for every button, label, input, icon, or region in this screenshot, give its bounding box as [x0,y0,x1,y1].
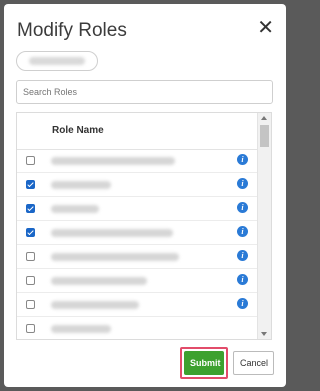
info-icon[interactable]: i [237,202,248,213]
role-checkbox[interactable] [26,324,35,333]
search-roles-input[interactable] [16,80,273,104]
info-icon[interactable]: i [237,178,248,189]
role-checkbox[interactable] [26,204,35,213]
table-header: Role Name [17,113,257,150]
role-checkbox[interactable] [26,156,35,165]
table-row[interactable]: i [17,245,257,269]
table-row[interactable]: i [17,269,257,293]
selected-user-pill [16,51,98,71]
close-icon[interactable]: ✕ [257,18,274,38]
scroll-down-arrow-icon[interactable] [261,332,267,336]
scroll-up-arrow-icon[interactable] [261,116,267,120]
redacted-text [29,57,85,65]
redacted-role-name [51,253,179,261]
table-scrollbar[interactable] [257,113,271,339]
scroll-thumb[interactable] [260,125,269,147]
submit-button[interactable]: Submit [184,351,224,375]
role-checkbox[interactable] [26,252,35,261]
role-checkbox[interactable] [26,228,35,237]
table-row[interactable]: i [17,197,257,221]
info-icon[interactable]: i [237,274,248,285]
redacted-role-name [51,229,173,237]
table-row[interactable]: i [17,293,257,317]
table-row[interactable]: i [17,173,257,197]
role-checkbox[interactable] [26,276,35,285]
roles-table: Role Name i i i i i i i [16,112,272,340]
redacted-role-name [51,205,99,213]
table-row[interactable] [17,317,257,339]
cancel-button[interactable]: Cancel [233,351,274,375]
dialog-title: Modify Roles [17,20,127,41]
role-name-header: Role Name [52,125,104,136]
info-icon[interactable]: i [237,154,248,165]
modify-roles-dialog: Modify Roles ✕ Role Name i i i i [4,4,286,387]
info-icon[interactable]: i [237,226,248,237]
redacted-role-name [51,301,139,309]
redacted-role-name [51,181,111,189]
table-row[interactable]: i [17,149,257,173]
redacted-role-name [51,277,147,285]
role-checkbox[interactable] [26,180,35,189]
redacted-role-name [51,325,111,333]
redacted-role-name [51,157,175,165]
info-icon[interactable]: i [237,250,248,261]
table-row[interactable]: i [17,221,257,245]
info-icon[interactable]: i [237,298,248,309]
role-checkbox[interactable] [26,300,35,309]
